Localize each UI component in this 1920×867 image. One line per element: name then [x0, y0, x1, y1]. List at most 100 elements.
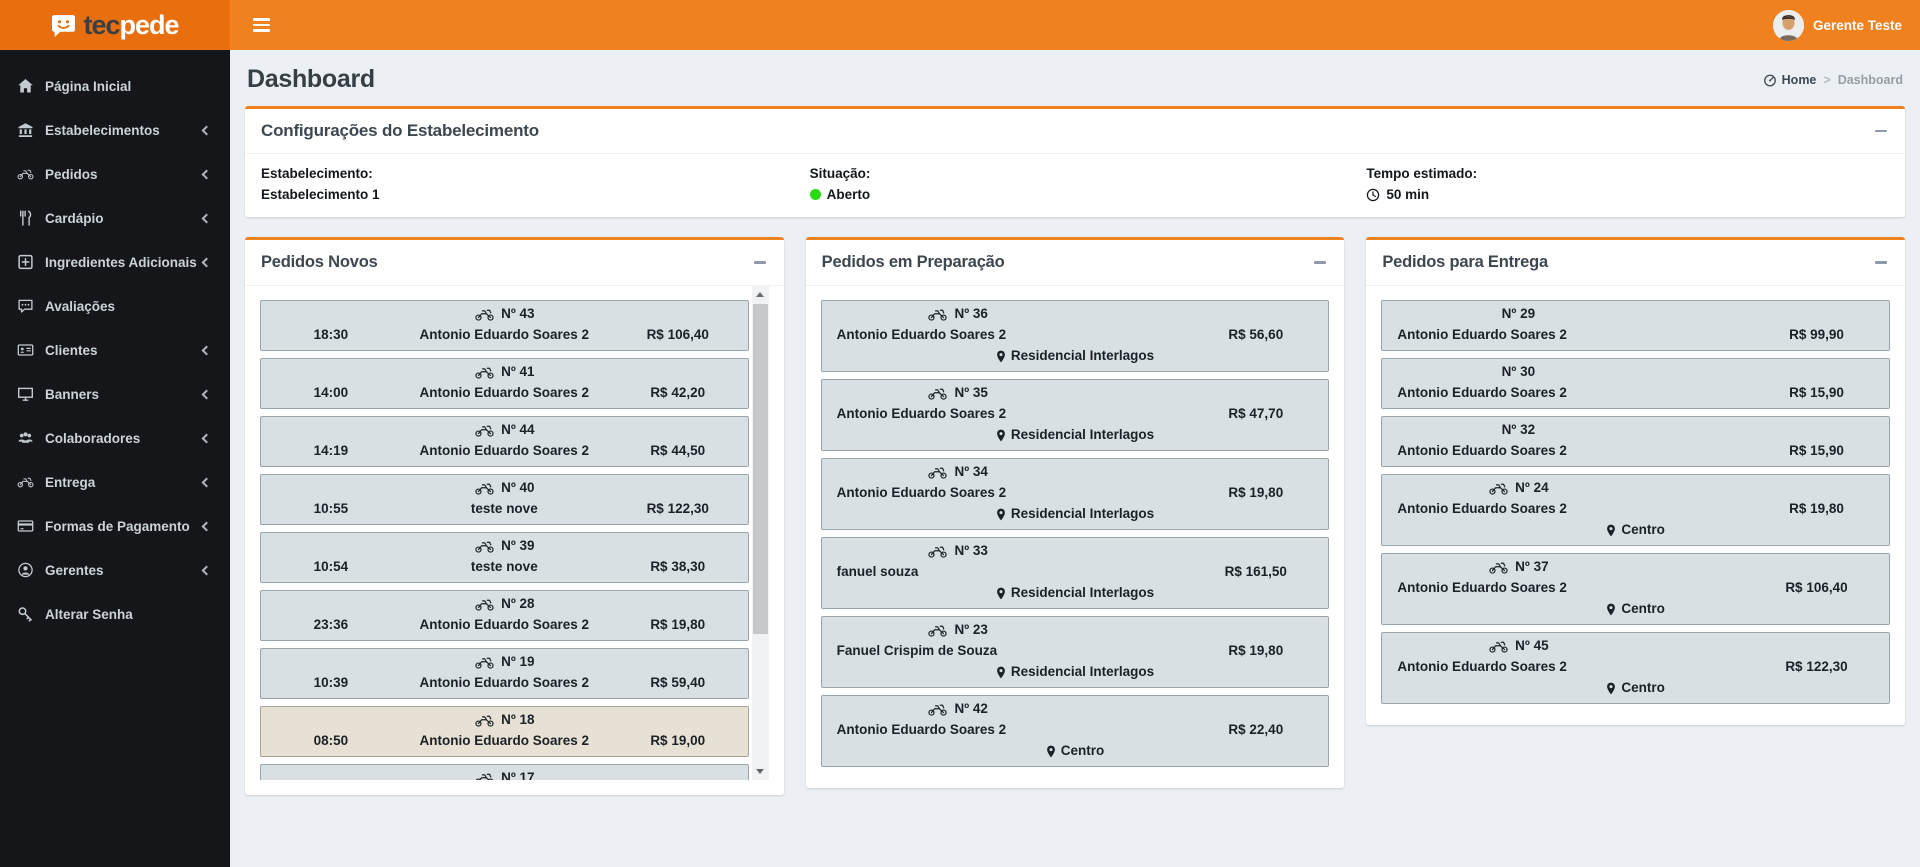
order-header: Nº 41 — [270, 362, 739, 382]
scroll-up-button[interactable] — [751, 286, 769, 303]
sidebar-item[interactable]: Entrega — [0, 460, 230, 504]
order-number: Nº 23 — [954, 622, 988, 637]
motorcycle-icon — [474, 308, 495, 321]
order-card[interactable]: Nº 32 Antonio Eduardo Soares 2 R$ 15,90 — [1381, 416, 1890, 467]
motorcycle-icon — [474, 424, 495, 437]
order-price: R$ 22,40 — [1228, 722, 1284, 737]
chevron-left-icon — [201, 477, 212, 487]
sidebar-item[interactable]: Banners — [0, 372, 230, 416]
sidebar-item-label: Colaboradores — [45, 430, 141, 446]
order-customer: Antonio Eduardo Soares 2 — [1397, 501, 1567, 516]
panel-title: Pedidos Novos — [261, 253, 378, 271]
order-card[interactable]: Nº 18 08:50 Antonio Eduardo Soares 2 R$ … — [260, 706, 749, 757]
order-customer: Antonio Eduardo Soares 2 — [836, 722, 1007, 737]
collapse-button[interactable] — [1873, 126, 1889, 137]
order-location-label: Centro — [1621, 680, 1665, 695]
order-card[interactable]: Nº 35 Antonio Eduardo Soares 2 R$ 47,70 … — [820, 379, 1330, 451]
sidebar-item[interactable]: Clientes — [0, 328, 230, 372]
collapse-button[interactable] — [1312, 257, 1328, 268]
order-price: R$ 19,80 — [1228, 643, 1284, 658]
orders-list: Nº 43 18:30 Antonio Eduardo Soares 2 R$ … — [260, 286, 769, 780]
panel-header: Pedidos Novos — [245, 240, 784, 286]
sidebar-item[interactable]: Colaboradores — [0, 416, 230, 460]
order-card[interactable]: Nº 41 14:00 Antonio Eduardo Soares 2 R$ … — [260, 358, 749, 409]
order-location-label: Residencial Interlagos — [1010, 506, 1155, 521]
scroll-down-arrow-icon — [756, 769, 765, 774]
order-card[interactable]: Nº 33 fanuel souza R$ 161,50 Residencial… — [820, 537, 1330, 609]
order-card[interactable]: Nº 24 Antonio Eduardo Soares 2 R$ 19,80 … — [1381, 474, 1890, 546]
order-header: Nº 45 — [1391, 636, 1645, 656]
sidebar-item-icon — [17, 606, 34, 622]
order-location: Centro — [1391, 520, 1880, 540]
order-number: Nº 36 — [954, 306, 988, 321]
collapse-button[interactable] — [752, 257, 768, 268]
scroll-down-button[interactable] — [751, 763, 769, 780]
order-location: Centro — [1391, 599, 1880, 619]
order-header: Nº 33 — [831, 541, 1085, 561]
order-card[interactable]: Nº 36 Antonio Eduardo Soares 2 R$ 56,60 … — [820, 300, 1330, 372]
navbar-right-area: Gerente Teste — [230, 0, 1920, 50]
user-menu[interactable]: Gerente Teste — [1772, 9, 1902, 41]
collapse-button[interactable] — [1873, 257, 1889, 268]
order-customer: Antonio Eduardo Soares 2 — [836, 406, 1007, 421]
sidebar-item[interactable]: Alterar Senha — [0, 592, 230, 636]
order-card[interactable]: Nº 29 Antonio Eduardo Soares 2 R$ 99,90 — [1381, 300, 1890, 351]
app-logo[interactable]: tecpede — [0, 0, 230, 50]
order-price: R$ 19,80 — [650, 617, 706, 632]
order-card[interactable]: Nº 39 10:54 teste nove R$ 38,30 — [260, 532, 749, 583]
order-card[interactable]: Nº 37 Antonio Eduardo Soares 2 R$ 106,40… — [1381, 553, 1890, 625]
order-price: R$ 99,90 — [1789, 327, 1844, 342]
chevron-left-icon — [201, 257, 212, 267]
sidebar-item[interactable]: Pedidos — [0, 152, 230, 196]
order-card[interactable]: Nº 40 10:55 teste nove R$ 122,30 — [260, 474, 749, 525]
motorcycle-icon — [1488, 561, 1509, 574]
scrollbar[interactable] — [751, 286, 769, 780]
order-customer: Antonio Eduardo Soares 2 — [419, 327, 590, 342]
order-card[interactable]: Nº 45 Antonio Eduardo Soares 2 R$ 122,30… — [1381, 632, 1890, 704]
order-time: 18:30 — [313, 327, 349, 342]
order-main-row: Antonio Eduardo Soares 2 R$ 47,70 — [831, 404, 1320, 424]
sidebar-item-label: Página Inicial — [45, 78, 132, 94]
order-card[interactable]: Nº 42 Antonio Eduardo Soares 2 R$ 22,40 … — [820, 695, 1330, 767]
sidebar-item[interactable]: Gerentes — [0, 548, 230, 592]
order-card[interactable]: Nº 30 Antonio Eduardo Soares 2 R$ 15,90 — [1381, 358, 1890, 409]
map-pin-icon — [1606, 524, 1616, 537]
sidebar-item[interactable]: Página Inicial — [0, 64, 230, 108]
panel-pedidos-para-entrega: Pedidos para Entrega Nº 29 Antonio Eduar… — [1366, 237, 1905, 725]
order-main-row: Antonio Eduardo Soares 2 R$ 122,30 — [1391, 657, 1880, 677]
motorcycle-icon — [474, 714, 495, 727]
chevron-left-icon — [201, 345, 212, 355]
sidebar-item[interactable]: Avaliações — [0, 284, 230, 328]
sidebar-item-icon — [17, 386, 34, 402]
sidebar-item[interactable]: Formas de Pagamento — [0, 504, 230, 548]
minus-icon — [1875, 129, 1887, 133]
breadcrumb-home-link[interactable]: Home — [1763, 72, 1817, 87]
sidebar-item[interactable]: Estabelecimentos — [0, 108, 230, 152]
scrollbar-thumb[interactable] — [752, 304, 768, 634]
order-header: Nº 44 — [270, 420, 739, 440]
order-card[interactable]: Nº 23 Fanuel Crispim de Souza R$ 19,80 R… — [820, 616, 1330, 688]
page-title: Dashboard — [247, 65, 375, 93]
order-header: Nº 40 — [270, 478, 739, 498]
order-card[interactable]: Nº 28 23:36 Antonio Eduardo Soares 2 R$ … — [260, 590, 749, 641]
order-header: Nº 36 — [831, 304, 1085, 324]
motorcycle-icon — [474, 772, 495, 781]
order-header: Nº 19 — [270, 652, 739, 672]
breadcrumb-home-label: Home — [1781, 72, 1817, 87]
chevron-left-icon — [201, 213, 212, 223]
sidebar-item-icon — [17, 518, 34, 534]
order-card[interactable]: Nº 17 — [260, 764, 749, 780]
sidebar-toggle-button[interactable] — [247, 12, 276, 38]
sidebar-item[interactable]: Cardápio — [0, 196, 230, 240]
map-pin-icon — [1046, 745, 1056, 758]
order-main-row: 10:39 Antonio Eduardo Soares 2 R$ 59,40 — [270, 673, 739, 693]
sidebar-item[interactable]: Ingredientes Adicionais — [0, 240, 230, 284]
order-card[interactable]: Nº 44 14:19 Antonio Eduardo Soares 2 R$ … — [260, 416, 749, 467]
order-customer: Antonio Eduardo Soares 2 — [1397, 327, 1567, 342]
scroll-up-arrow-icon — [756, 292, 765, 297]
panel-body: Nº 43 18:30 Antonio Eduardo Soares 2 R$ … — [245, 286, 784, 795]
order-card[interactable]: Nº 43 18:30 Antonio Eduardo Soares 2 R$ … — [260, 300, 749, 351]
order-card[interactable]: Nº 34 Antonio Eduardo Soares 2 R$ 19,80 … — [820, 458, 1330, 530]
order-card[interactable]: Nº 19 10:39 Antonio Eduardo Soares 2 R$ … — [260, 648, 749, 699]
order-customer: Antonio Eduardo Soares 2 — [1397, 580, 1567, 595]
